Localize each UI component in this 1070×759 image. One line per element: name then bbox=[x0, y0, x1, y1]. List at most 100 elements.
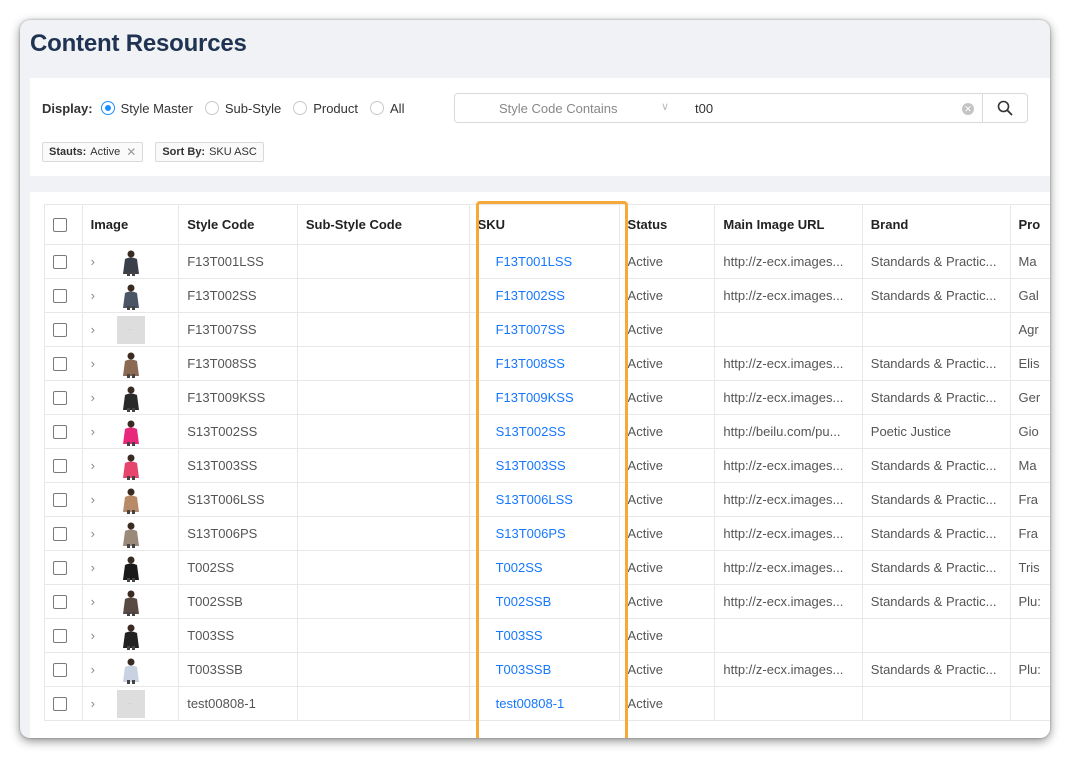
column-header-main-image-url[interactable]: Main Image URL bbox=[714, 204, 863, 245]
row-checkbox[interactable] bbox=[53, 561, 67, 576]
sku-link[interactable]: F13T001LSS bbox=[496, 254, 573, 269]
table-row[interactable]: › F13T002SS F13T002SS Active http://z-ecx.im… bbox=[44, 278, 1050, 313]
row-checkbox[interactable] bbox=[53, 493, 67, 508]
sku-link[interactable]: S13T003SS bbox=[496, 458, 566, 473]
row-select-cell[interactable] bbox=[44, 686, 83, 721]
column-header-pro[interactable]: Pro bbox=[1009, 204, 1050, 245]
table-row[interactable]: › ··· F13T007SS F13T007SS Active Agr bbox=[44, 312, 1050, 347]
radio-indicator[interactable] bbox=[370, 101, 385, 115]
row-checkbox[interactable] bbox=[53, 697, 67, 712]
row-select-cell[interactable] bbox=[44, 346, 83, 381]
sku-link[interactable]: S13T006LSS bbox=[496, 492, 573, 507]
style-code-cell: F13T007SS bbox=[178, 312, 298, 347]
search-button[interactable] bbox=[982, 93, 1028, 123]
radio-sub-style[interactable]: Sub-Style bbox=[204, 101, 281, 116]
sku-link[interactable]: F13T008SS bbox=[496, 356, 565, 371]
chevron-right-icon[interactable]: › bbox=[91, 424, 117, 439]
row-select-cell[interactable] bbox=[44, 414, 83, 449]
row-select-cell[interactable] bbox=[44, 516, 83, 551]
row-select-cell[interactable] bbox=[44, 448, 83, 483]
sku-link[interactable]: F13T009KSS bbox=[496, 390, 574, 405]
radio-indicator[interactable] bbox=[204, 101, 219, 115]
radio-indicator[interactable] bbox=[293, 101, 308, 115]
row-checkbox[interactable] bbox=[53, 459, 67, 474]
sku-link[interactable]: F13T002SS bbox=[496, 288, 565, 303]
chevron-right-icon[interactable]: › bbox=[91, 254, 117, 269]
chevron-right-icon[interactable]: › bbox=[91, 458, 117, 473]
image-placeholder: ··· bbox=[116, 689, 145, 718]
column-header-sub-style-code[interactable]: Sub-Style Code bbox=[296, 204, 470, 245]
row-checkbox[interactable] bbox=[53, 425, 67, 440]
row-select-cell[interactable] bbox=[44, 618, 83, 653]
chevron-right-icon[interactable]: › bbox=[91, 662, 117, 677]
table-row[interactable]: › F13T009KSS F13T009KSS Active http://z-ecx.… bbox=[44, 380, 1050, 415]
sort-tag[interactable]: Sort By: SKU ASC bbox=[155, 142, 264, 162]
table-row[interactable]: › ··· test00808-1 test00808-1 Active bbox=[44, 686, 1050, 721]
chevron-right-icon[interactable]: › bbox=[91, 696, 117, 711]
sku-link[interactable]: T003SS bbox=[496, 628, 543, 643]
row-checkbox[interactable] bbox=[53, 255, 67, 270]
table-row[interactable]: › T002SSB T002SSB Active http://z-ecx.images… bbox=[44, 584, 1050, 619]
table-row[interactable]: › T002SS T002SS Active http://z-ecx.images..… bbox=[44, 550, 1050, 585]
status-tag[interactable]: Stauts: Active ✕ bbox=[42, 142, 144, 162]
row-select-cell[interactable] bbox=[44, 380, 83, 415]
table-row[interactable]: › S13T006PS S13T006PS Active http://z-ecx.im… bbox=[44, 516, 1050, 551]
table-row[interactable]: › T003SS T003SS Active bbox=[44, 618, 1050, 653]
row-checkbox[interactable] bbox=[53, 527, 67, 542]
row-checkbox[interactable] bbox=[53, 357, 67, 372]
chevron-right-icon[interactable]: › bbox=[91, 288, 117, 303]
close-icon[interactable]: ✕ bbox=[126, 143, 136, 161]
chevron-right-icon[interactable]: › bbox=[91, 356, 117, 371]
row-select-cell[interactable] bbox=[44, 482, 83, 517]
row-checkbox[interactable] bbox=[53, 391, 67, 406]
row-select-cell[interactable] bbox=[44, 244, 83, 279]
chevron-right-icon[interactable]: › bbox=[91, 628, 117, 643]
row-select-cell[interactable] bbox=[44, 278, 83, 313]
row-select-cell[interactable] bbox=[44, 312, 83, 347]
sku-link[interactable]: T002SSB bbox=[496, 594, 552, 609]
table-row[interactable]: › S13T002SS S13T002SS Active http://beilu.co… bbox=[44, 414, 1050, 449]
select-all-cell[interactable] bbox=[44, 204, 83, 245]
clear-icon[interactable]: ✕ bbox=[962, 103, 974, 115]
main-image-url-cell: http://z-ecx.images... bbox=[714, 482, 863, 517]
sku-link[interactable]: S13T002SS bbox=[496, 424, 566, 439]
row-select-cell[interactable] bbox=[44, 584, 83, 619]
row-checkbox[interactable] bbox=[53, 595, 67, 610]
table-row[interactable]: › S13T003SS S13T003SS Active http://z-ecx.im… bbox=[44, 448, 1050, 483]
radio-style-master[interactable]: Style Master bbox=[100, 101, 193, 116]
chevron-right-icon[interactable]: › bbox=[91, 594, 117, 609]
select-all-checkbox[interactable] bbox=[53, 218, 67, 233]
table-panel: Image Style Code Sub-Style Code SKU Stat… bbox=[30, 192, 1050, 738]
chevron-right-icon[interactable]: › bbox=[91, 560, 117, 575]
table-row[interactable]: › F13T001LSS F13T001LSS Active http://z-ecx.… bbox=[44, 244, 1050, 279]
row-checkbox[interactable] bbox=[53, 289, 67, 304]
row-checkbox[interactable] bbox=[53, 629, 67, 644]
chevron-right-icon[interactable]: › bbox=[91, 526, 117, 541]
row-select-cell[interactable] bbox=[44, 550, 83, 585]
sku-link[interactable]: test00808-1 bbox=[496, 696, 565, 711]
sku-link[interactable]: S13T006PS bbox=[496, 526, 566, 541]
status-cell: Active bbox=[618, 482, 716, 517]
column-header-sku[interactable]: SKU bbox=[468, 204, 620, 245]
table-row[interactable]: › T003SSB T003SSB Active http://z-ecx.images… bbox=[44, 652, 1050, 687]
column-header-brand[interactable]: Brand bbox=[861, 204, 1011, 245]
table-row[interactable]: › S13T006LSS S13T006LSS Active http://z-ecx.… bbox=[44, 482, 1050, 517]
chevron-right-icon[interactable]: › bbox=[91, 492, 117, 507]
radio-product[interactable]: Product bbox=[293, 101, 358, 116]
page-title: Content Resources bbox=[30, 30, 247, 57]
table-row[interactable]: › F13T008SS F13T008SS Active http://z-ecx.im… bbox=[44, 346, 1050, 381]
sku-link[interactable]: F13T007SS bbox=[496, 322, 565, 337]
row-checkbox[interactable] bbox=[53, 323, 67, 338]
search-field-select[interactable]: Style Code Contains ∨ bbox=[454, 93, 684, 123]
row-select-cell[interactable] bbox=[44, 652, 83, 687]
chevron-right-icon[interactable]: › bbox=[91, 322, 117, 337]
sku-link[interactable]: T002SS bbox=[496, 560, 543, 575]
column-header-status[interactable]: Status bbox=[618, 204, 716, 245]
search-input[interactable]: t00 ✕ bbox=[683, 93, 983, 123]
radio-all[interactable]: All bbox=[370, 101, 404, 116]
column-header-style-code[interactable]: Style Code bbox=[178, 204, 298, 245]
row-checkbox[interactable] bbox=[53, 663, 67, 678]
sku-link[interactable]: T003SSB bbox=[496, 662, 552, 677]
chevron-right-icon[interactable]: › bbox=[91, 390, 117, 405]
radio-indicator[interactable] bbox=[100, 101, 115, 115]
